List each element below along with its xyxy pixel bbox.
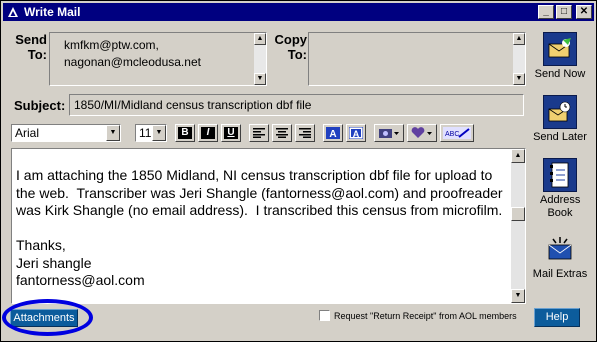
spell-check-label: ABC bbox=[445, 131, 459, 138]
subject-input[interactable]: 1850/MI/Midland census transcription dbf… bbox=[69, 94, 524, 116]
address-book-button[interactable]: Address Book bbox=[529, 158, 591, 220]
align-right-icon bbox=[299, 128, 311, 138]
return-receipt-option[interactable]: Request "Return Receipt" from AOL member… bbox=[319, 310, 517, 321]
message-body[interactable]: I am attaching the 1850 Midland, NI cens… bbox=[11, 148, 526, 304]
underline-button[interactable]: U bbox=[221, 124, 241, 142]
align-left-button[interactable] bbox=[249, 124, 269, 142]
dropdown-arrow-icon[interactable]: ▼ bbox=[152, 125, 166, 141]
spell-check-button[interactable]: ABC bbox=[440, 124, 474, 142]
align-center-icon bbox=[276, 128, 288, 138]
favorites-button[interactable] bbox=[407, 124, 437, 142]
background-color-button[interactable]: A bbox=[346, 124, 366, 142]
copy-to-field[interactable]: ▲ ▼ bbox=[308, 32, 526, 86]
aol-triangle-icon bbox=[6, 5, 20, 19]
svg-text:A: A bbox=[329, 129, 336, 139]
send-later-icon bbox=[543, 95, 577, 129]
copy-to-label: Copy To: bbox=[273, 32, 308, 62]
send-label-line1: Send bbox=[15, 32, 47, 47]
mail-extras-icon bbox=[543, 232, 577, 266]
window-title: Write Mail bbox=[24, 5, 81, 19]
help-button[interactable]: Help bbox=[534, 308, 580, 327]
scroll-down-arrow-icon[interactable]: ▼ bbox=[513, 73, 525, 85]
spell-check-icon: ABC bbox=[443, 127, 471, 139]
format-toolbar: Arial ▼ 11 ▼ B I U A A ABC bbox=[11, 122, 525, 144]
svg-text:A: A bbox=[353, 129, 360, 139]
send-later-label: Send Later bbox=[533, 131, 587, 143]
send-now-label: Send Now bbox=[534, 68, 586, 80]
align-center-button[interactable] bbox=[272, 124, 292, 142]
subject-label: Subject: bbox=[14, 98, 66, 113]
font-value: Arial bbox=[15, 126, 40, 140]
send-to-field[interactable]: kmfkm@ptw.com, nagonan@mcleodusa.net ▲ ▼ bbox=[49, 32, 267, 86]
return-receipt-label: Request "Return Receipt" from AOL member… bbox=[334, 310, 517, 321]
underline-icon: U bbox=[224, 127, 238, 139]
copy-to-scrollbar[interactable]: ▲ ▼ bbox=[513, 33, 525, 85]
title-bar[interactable]: Write Mail _ □ ✕ bbox=[3, 3, 594, 21]
align-right-button[interactable] bbox=[295, 124, 315, 142]
text-color-button[interactable]: A bbox=[323, 124, 343, 142]
size-select[interactable]: 11 ▼ bbox=[135, 124, 167, 142]
send-later-button[interactable]: Send Later bbox=[529, 95, 591, 144]
return-receipt-checkbox[interactable] bbox=[319, 310, 330, 321]
close-button[interactable]: ✕ bbox=[576, 5, 592, 19]
scroll-down-arrow-icon[interactable]: ▼ bbox=[254, 73, 266, 85]
scroll-up-arrow-icon[interactable]: ▲ bbox=[254, 33, 266, 45]
mail-extras-label: Mail Extras bbox=[532, 268, 588, 280]
address-book-icon bbox=[543, 158, 577, 192]
scroll-up-arrow-icon[interactable]: ▲ bbox=[513, 33, 525, 45]
scroll-up-arrow-icon[interactable]: ▲ bbox=[511, 149, 525, 163]
size-value: 11 bbox=[139, 126, 152, 140]
insert-picture-button[interactable] bbox=[374, 124, 404, 142]
text-color-icon: A bbox=[326, 127, 340, 139]
camera-icon bbox=[379, 129, 399, 138]
address-book-label: Address Book bbox=[540, 194, 581, 219]
italic-button[interactable]: I bbox=[198, 124, 218, 142]
send-to-scrollbar[interactable]: ▲ ▼ bbox=[254, 33, 266, 85]
send-now-icon bbox=[543, 32, 577, 66]
write-mail-window: Write Mail _ □ ✕ Send To: kmfkm@ptw.com,… bbox=[0, 0, 597, 342]
maximize-button[interactable]: □ bbox=[556, 5, 572, 19]
mail-extras-button[interactable]: Mail Extras bbox=[529, 232, 591, 281]
send-label-line2: To: bbox=[27, 47, 47, 62]
scroll-thumb[interactable] bbox=[511, 207, 525, 221]
background-color-icon: A bbox=[349, 127, 363, 139]
copy-label-line1: Copy bbox=[274, 32, 308, 47]
message-scrollbar[interactable]: ▲ ▼ bbox=[511, 149, 525, 303]
highlight-ring bbox=[2, 299, 93, 336]
message-text[interactable]: I am attaching the 1850 Midland, NI cens… bbox=[16, 167, 506, 290]
send-to-recipients: kmfkm@ptw.com, nagonan@mcleodusa.net bbox=[64, 37, 201, 71]
minimize-button[interactable]: _ bbox=[538, 5, 554, 19]
recipient-1: kmfkm@ptw.com, bbox=[64, 38, 159, 52]
font-select[interactable]: Arial ▼ bbox=[11, 124, 121, 142]
align-left-icon bbox=[253, 128, 265, 138]
bold-button[interactable]: B bbox=[175, 124, 195, 142]
send-now-button[interactable]: Send Now bbox=[529, 32, 591, 81]
scroll-down-arrow-icon[interactable]: ▼ bbox=[511, 289, 525, 303]
copy-label-line2: To: bbox=[287, 47, 307, 62]
bold-icon: B bbox=[178, 127, 192, 139]
send-to-label: Send To: bbox=[13, 32, 47, 62]
italic-icon: I bbox=[201, 127, 215, 139]
dropdown-arrow-icon[interactable]: ▼ bbox=[106, 125, 120, 141]
recipient-2: nagonan@mcleodusa.net bbox=[64, 55, 201, 69]
heart-icon bbox=[411, 127, 432, 138]
